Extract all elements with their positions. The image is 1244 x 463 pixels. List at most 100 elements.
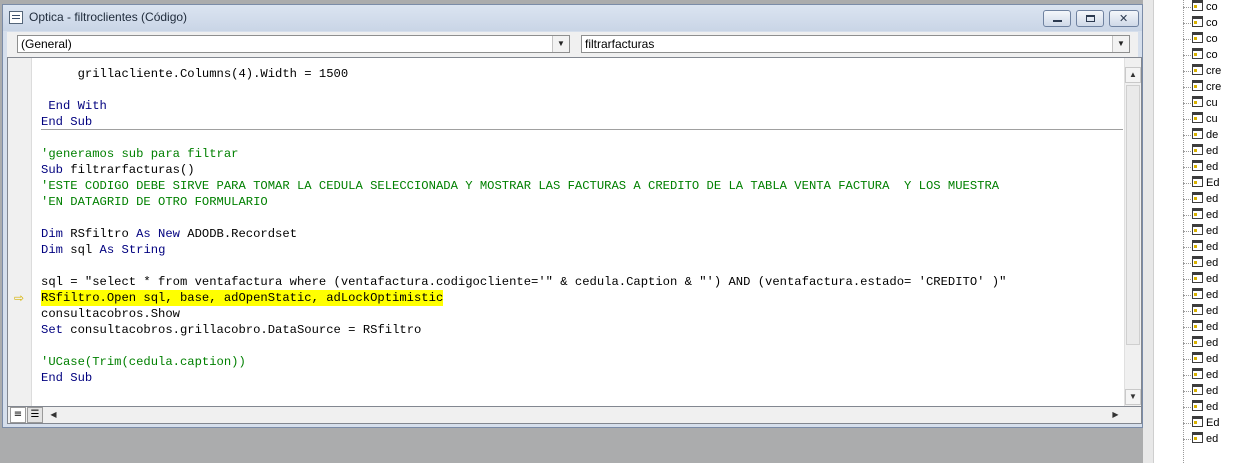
tree-connector xyxy=(1183,439,1191,440)
form-icon xyxy=(1192,256,1203,267)
tree-item-label: ed xyxy=(1206,337,1219,349)
tree-item-form[interactable]: ed xyxy=(1183,367,1218,383)
code-line: Dim RSfiltro As New ADODB.Recordset xyxy=(41,227,298,241)
tree-connector xyxy=(1183,375,1191,376)
tree-connector xyxy=(1183,327,1191,328)
procedure-dropdown[interactable]: filtrarfacturas ▼ xyxy=(581,35,1130,53)
form-icon xyxy=(1192,80,1203,91)
tree-connector xyxy=(1183,23,1191,24)
form-icon xyxy=(1192,96,1203,107)
vertical-scrollbar[interactable]: ▲ ▼ xyxy=(1124,58,1141,406)
indicator-margin[interactable]: ⇨ xyxy=(8,58,32,406)
close-button[interactable] xyxy=(1109,10,1139,27)
tree-item-form[interactable]: ed xyxy=(1183,383,1218,399)
form-icon xyxy=(1192,272,1203,283)
object-dropdown-value: (General) xyxy=(21,37,72,51)
tree-item-form[interactable]: ed xyxy=(1183,287,1218,303)
tree-item-form[interactable]: co xyxy=(1183,47,1218,63)
code-comment: 'EN DATAGRID DE OTRO FORMULARIO xyxy=(41,195,268,209)
minimize-button[interactable] xyxy=(1043,10,1071,27)
code-line: End Sub xyxy=(41,371,93,385)
procedure-view-icon[interactable]: ≡ xyxy=(10,407,26,423)
vertical-scroll-thumb[interactable] xyxy=(1126,85,1140,345)
tree-item-form[interactable]: ed xyxy=(1183,271,1219,287)
horizontal-scroll-track[interactable] xyxy=(62,407,1107,423)
tree-item-label: co xyxy=(1206,1,1218,13)
tree-item-form[interactable]: ed xyxy=(1183,207,1219,223)
form-icon xyxy=(1192,416,1203,427)
tree-item-form[interactable]: co xyxy=(1183,0,1218,15)
tree-item-label: de xyxy=(1206,129,1219,141)
tree-item-label: cu xyxy=(1206,97,1218,109)
tree-connector xyxy=(1183,39,1191,40)
tree-connector xyxy=(1183,135,1191,136)
tree-item-form[interactable]: ed xyxy=(1183,431,1218,447)
tree-item-form[interactable]: ed xyxy=(1183,159,1219,175)
tree-item-label: ed xyxy=(1206,305,1219,317)
tree-item-label: ed xyxy=(1206,145,1219,157)
scroll-right-arrow-icon[interactable]: ▶ xyxy=(1108,408,1123,423)
tree-item-form[interactable]: ed xyxy=(1183,335,1219,351)
tree-item-label: ed xyxy=(1206,161,1219,173)
form-icon xyxy=(1192,304,1203,315)
form-icon xyxy=(1192,144,1203,155)
form-icon xyxy=(1192,400,1203,411)
tree-item-form[interactable]: de xyxy=(1183,127,1219,143)
tree-item-form[interactable]: Ed xyxy=(1183,175,1220,191)
scroll-down-arrow-icon[interactable]: ▼ xyxy=(1125,389,1141,405)
tree-item-form[interactable]: ed xyxy=(1183,255,1218,271)
tree-item-label: ed xyxy=(1206,401,1219,413)
tree-item-form[interactable]: co xyxy=(1183,31,1218,47)
tree-item-label: co xyxy=(1206,17,1218,29)
combo-bar: (General) ▼ filtrarfacturas ▼ xyxy=(7,32,1138,57)
object-dropdown[interactable]: (General) ▼ xyxy=(17,35,570,53)
scroll-left-arrow-icon[interactable]: ◀ xyxy=(46,408,61,423)
tree-connector xyxy=(1183,263,1191,264)
tree-item-form[interactable]: Ed xyxy=(1183,415,1220,431)
form-icon xyxy=(1192,368,1203,379)
scroll-up-arrow-icon[interactable]: ▲ xyxy=(1125,67,1141,83)
tree-item-form[interactable]: ed xyxy=(1183,191,1218,207)
code-line: End With xyxy=(48,99,107,113)
tree-item-form[interactable]: co xyxy=(1183,15,1218,31)
tree-item-label: ed xyxy=(1206,209,1219,221)
tree-item-label: ed xyxy=(1206,273,1219,285)
tree-item-label: Ed xyxy=(1206,417,1220,429)
tree-item-label: ed xyxy=(1206,241,1219,253)
form-icon xyxy=(1192,176,1203,187)
tree-item-form[interactable]: ed xyxy=(1183,319,1218,335)
tree-item-form[interactable]: ed xyxy=(1183,143,1219,159)
code-window-icon[interactable] xyxy=(9,11,23,24)
window-title: Optica - filtroclientes (Código) xyxy=(29,10,188,24)
chevron-down-icon[interactable]: ▼ xyxy=(1112,36,1129,52)
tree-item-label: ed xyxy=(1206,353,1219,365)
tree-item-label: Ed xyxy=(1206,177,1220,189)
tree-connector xyxy=(1183,343,1191,344)
tree-connector xyxy=(1183,7,1191,8)
pane-splitter[interactable] xyxy=(1143,0,1153,463)
code-line: Sub filtrarfacturas() xyxy=(41,163,195,177)
title-bar[interactable]: Optica - filtroclientes (Código) xyxy=(3,5,1142,31)
tree-item-form[interactable]: cre xyxy=(1183,63,1221,79)
code-editor[interactable]: ⇨ grillacliente.Columns(4).Width = 1500 … xyxy=(7,57,1142,407)
chevron-down-icon[interactable]: ▼ xyxy=(552,36,569,52)
code-comment: 'UCase(Trim(cedula.caption)) xyxy=(41,355,246,369)
full-module-view-icon[interactable]: ☰ xyxy=(27,407,43,423)
tree-item-form[interactable]: cu xyxy=(1183,111,1218,127)
tree-item-form[interactable]: ed xyxy=(1183,239,1219,255)
horizontal-scrollbar[interactable]: ≡ ☰ ◀ ▶ xyxy=(7,407,1142,424)
tree-item-form[interactable]: ed xyxy=(1183,399,1219,415)
tree-connector xyxy=(1183,151,1191,152)
maximize-button[interactable] xyxy=(1076,10,1104,27)
tree-connector xyxy=(1183,199,1191,200)
tree-connector xyxy=(1183,391,1191,392)
form-icon xyxy=(1192,48,1203,59)
tree-item-form[interactable]: cre xyxy=(1183,79,1221,95)
code-text[interactable]: grillacliente.Columns(4).Width = 1500 En… xyxy=(41,58,1123,406)
tree-item-form[interactable]: ed xyxy=(1183,303,1219,319)
project-explorer-tree[interactable]: co co co co cre cre cu cu de ed ed Ed ed ed ed ed ed ed ed… xyxy=(1153,0,1244,463)
tree-item-form[interactable]: cu xyxy=(1183,95,1218,111)
form-icon xyxy=(1192,128,1203,139)
tree-item-form[interactable]: ed xyxy=(1183,351,1219,367)
tree-item-form[interactable]: ed xyxy=(1183,223,1218,239)
